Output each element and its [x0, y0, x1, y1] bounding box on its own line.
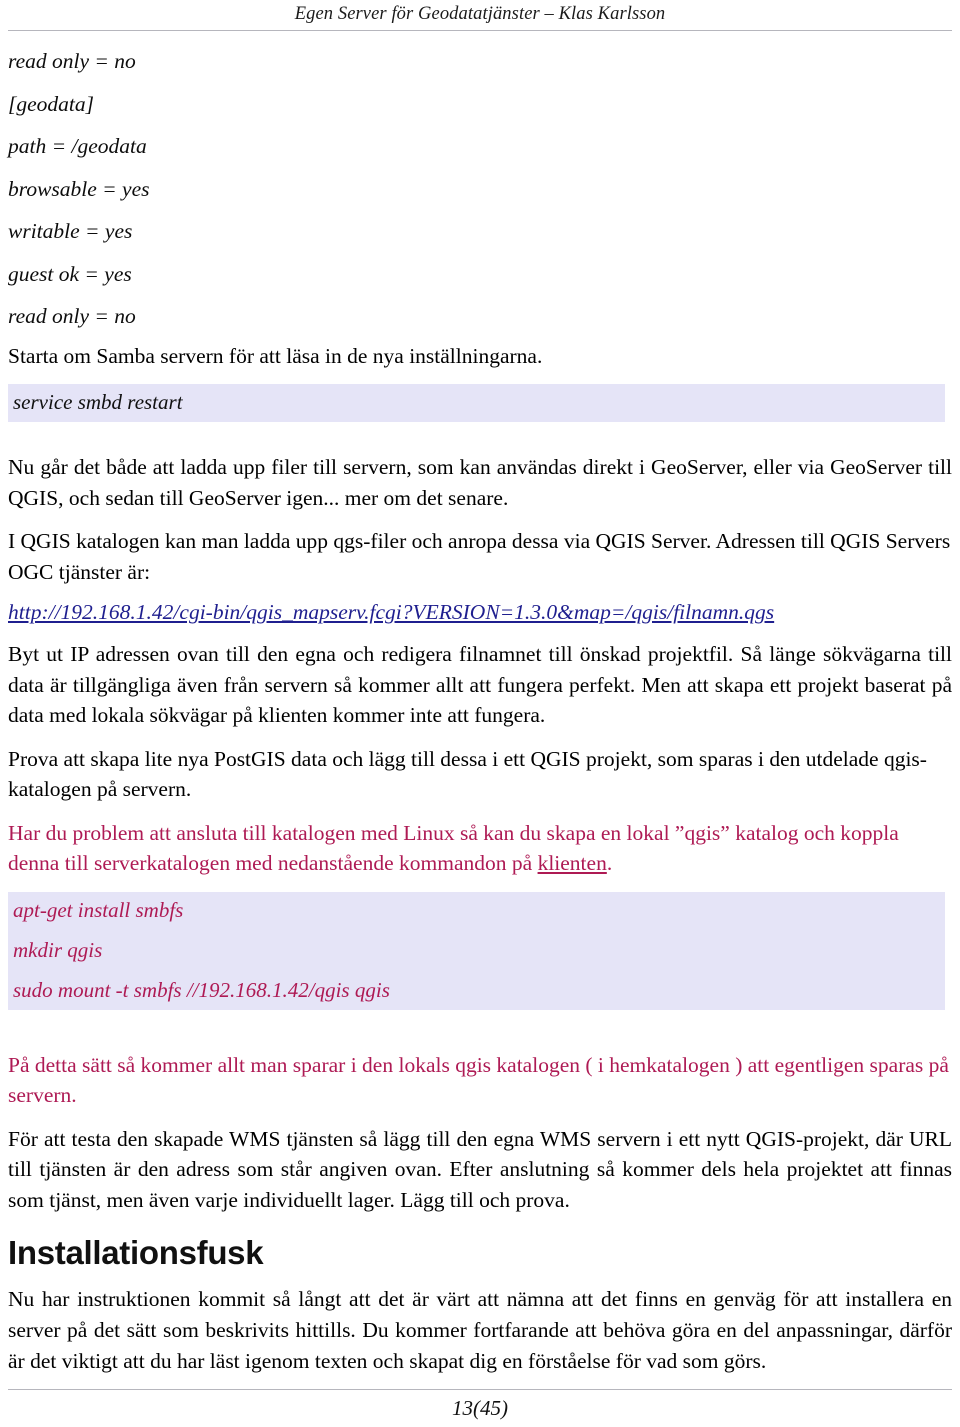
code-block-restart-command: service smbd restart — [8, 384, 945, 423]
code-line: sudo mount -t smbfs //192.168.1.42/qgis … — [13, 977, 390, 1002]
paragraph-postgis-try: Prova att skapa lite nya PostGIS data oc… — [8, 746, 927, 802]
service-url-line: http://192.168.1.42/cgi-bin/qgis_mapserv… — [8, 600, 952, 626]
config-line: browsable = yes — [8, 176, 150, 201]
config-line: read only = no — [8, 49, 136, 74]
page-footer: 13(45) — [8, 1389, 952, 1421]
paragraph-linux-mount: Har du problem att ansluta till kataloge… — [8, 818, 952, 879]
running-header-title: Egen Server för Geodatatjänster – Klas K… — [294, 4, 666, 24]
paragraph-wms-test: För att testa den skapade WMS tjänsten s… — [8, 1126, 952, 1212]
paragraph-restart-intro: Starta om Samba servern för att läsa in … — [8, 343, 543, 368]
paragraph-upload-info: Nu går det både att ladda upp filer till… — [8, 455, 952, 510]
linux-mount-text-start: Har du problem att ansluta till kataloge… — [8, 820, 899, 876]
heading-installationsfusk: Installationsfusk — [8, 1234, 264, 1272]
service-url-link[interactable]: http://192.168.1.42/cgi-bin/qgis_mapserv… — [8, 600, 774, 624]
code-line: service smbd restart — [13, 390, 183, 415]
config-line: [geodata] — [8, 91, 94, 116]
paragraph-qgis-catalog: I QGIS katalogen kan man ladda upp qgs-f… — [8, 529, 951, 584]
samba-config-listing: read only = no [geodata] path = /geodata… — [8, 51, 952, 328]
paragraph-shortcut-intro: Nu har instruktionen kommit så långt att… — [8, 1287, 952, 1373]
footer-divider — [8, 1389, 952, 1390]
klienten-link[interactable]: klienten — [538, 851, 607, 875]
linux-mount-text-end: . — [606, 851, 613, 876]
code-line: apt-get install smbfs — [13, 897, 184, 922]
paragraph-local-save-note: På detta sätt så kommer allt man sparar … — [8, 1052, 949, 1108]
config-line: guest ok = yes — [8, 261, 132, 286]
config-line: path = /geodata — [8, 134, 147, 159]
code-line: mkdir qgis — [13, 937, 103, 962]
paragraph-replace-ip: Byt ut IP adressen ovan till den egna oc… — [8, 642, 952, 728]
document-page: Egen Server för Geodatatjänster – Klas K… — [0, 0, 960, 1427]
page-number: 13(45) — [452, 1396, 508, 1420]
config-line: writable = yes — [8, 219, 133, 244]
config-line: read only = no — [8, 304, 136, 329]
code-block-smbfs-mount: apt-get install smbfs mkdir qgis sudo mo… — [8, 891, 945, 1010]
